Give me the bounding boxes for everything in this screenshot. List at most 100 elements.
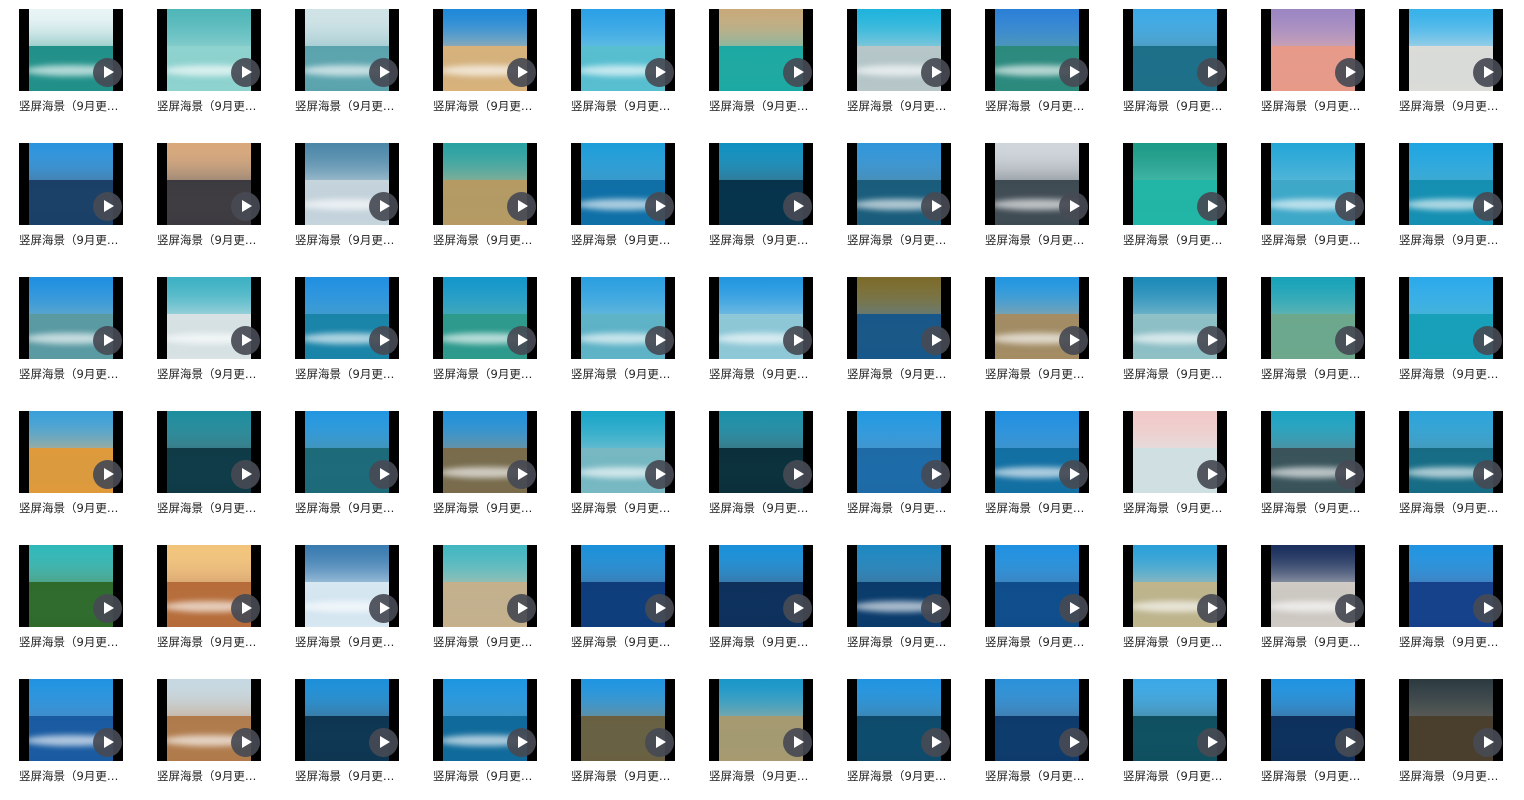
video-item[interactable]: 竖屏海景（9月更新） xyxy=(157,143,261,253)
video-title[interactable]: 竖屏海景（9月更新） xyxy=(19,635,123,649)
video-item[interactable]: 竖屏海景（9月更新） xyxy=(157,411,261,521)
play-icon[interactable] xyxy=(507,460,536,489)
play-icon[interactable] xyxy=(783,58,812,87)
video-thumbnail[interactable] xyxy=(19,411,123,493)
video-title[interactable]: 竖屏海景（9月更新） xyxy=(847,501,951,515)
play-icon[interactable] xyxy=(369,594,398,623)
play-icon[interactable] xyxy=(231,58,260,87)
video-thumbnail[interactable] xyxy=(847,545,951,627)
video-title[interactable]: 竖屏海景（9月更新） xyxy=(709,99,813,113)
video-title[interactable]: 竖屏海景（9月更新） xyxy=(985,635,1089,649)
play-icon[interactable] xyxy=(1335,58,1364,87)
video-item[interactable]: 竖屏海景（9月更新） xyxy=(1123,411,1227,521)
video-title[interactable]: 竖屏海景（9月更新） xyxy=(571,367,675,381)
video-thumbnail[interactable] xyxy=(1399,277,1503,359)
video-title[interactable]: 竖屏海景（9月更新） xyxy=(847,233,951,247)
video-item[interactable]: 竖屏海景（9月更新） xyxy=(1261,679,1365,789)
video-title[interactable]: 竖屏海景（9月更新） xyxy=(157,233,261,247)
video-title[interactable]: 竖屏海景（9月更新） xyxy=(295,233,399,247)
video-title[interactable]: 竖屏海景（9月更新） xyxy=(1123,501,1227,515)
video-thumbnail[interactable] xyxy=(19,9,123,91)
video-title[interactable]: 竖屏海景（9月更新） xyxy=(985,367,1089,381)
video-title[interactable]: 竖屏海景（9月更新） xyxy=(571,769,675,783)
play-icon[interactable] xyxy=(645,594,674,623)
video-thumbnail[interactable] xyxy=(985,411,1089,493)
play-icon[interactable] xyxy=(1335,460,1364,489)
play-icon[interactable] xyxy=(921,192,950,221)
video-item[interactable]: 竖屏海景（9月更新） xyxy=(19,277,123,387)
video-title[interactable]: 竖屏海景（9月更新） xyxy=(19,501,123,515)
video-item[interactable]: 竖屏海景（9月更新） xyxy=(709,143,813,253)
video-thumbnail[interactable] xyxy=(1123,143,1227,225)
video-item[interactable]: 竖屏海景（9月更新） xyxy=(295,679,399,789)
video-thumbnail[interactable] xyxy=(295,9,399,91)
video-thumbnail[interactable] xyxy=(19,679,123,761)
play-icon[interactable] xyxy=(93,326,122,355)
play-icon[interactable] xyxy=(369,460,398,489)
play-icon[interactable] xyxy=(921,460,950,489)
video-item[interactable]: 竖屏海景（9月更新） xyxy=(157,277,261,387)
play-icon[interactable] xyxy=(921,58,950,87)
video-title[interactable]: 竖屏海景（9月更新） xyxy=(571,99,675,113)
video-thumbnail[interactable] xyxy=(1123,679,1227,761)
video-thumbnail[interactable] xyxy=(295,277,399,359)
video-item[interactable]: 竖屏海景（9月更新） xyxy=(847,411,951,521)
play-icon[interactable] xyxy=(645,58,674,87)
video-thumbnail[interactable] xyxy=(1399,9,1503,91)
play-icon[interactable] xyxy=(1197,58,1226,87)
video-item[interactable]: 竖屏海景（9月更新） xyxy=(1261,411,1365,521)
play-icon[interactable] xyxy=(921,326,950,355)
video-title[interactable]: 竖屏海景（9月更新） xyxy=(19,233,123,247)
play-icon[interactable] xyxy=(507,326,536,355)
video-item[interactable]: 竖屏海景（9月更新） xyxy=(1123,277,1227,387)
video-title[interactable]: 竖屏海景（9月更新） xyxy=(709,769,813,783)
play-icon[interactable] xyxy=(369,192,398,221)
video-title[interactable]: 竖屏海景（9月更新） xyxy=(19,769,123,783)
video-title[interactable]: 竖屏海景（9月更新） xyxy=(1123,99,1227,113)
video-item[interactable]: 竖屏海景（9月更新） xyxy=(571,277,675,387)
video-title[interactable]: 竖屏海景（9月更新） xyxy=(571,233,675,247)
video-thumbnail[interactable] xyxy=(1399,143,1503,225)
play-icon[interactable] xyxy=(231,192,260,221)
play-icon[interactable] xyxy=(1059,728,1088,757)
play-icon[interactable] xyxy=(369,326,398,355)
video-item[interactable]: 竖屏海景（9月更新） xyxy=(847,277,951,387)
video-title[interactable]: 竖屏海景（9月更新） xyxy=(847,99,951,113)
video-thumbnail[interactable] xyxy=(295,679,399,761)
video-thumbnail[interactable] xyxy=(19,143,123,225)
video-title[interactable]: 竖屏海景（9月更新） xyxy=(847,769,951,783)
video-title[interactable]: 竖屏海景（9月更新） xyxy=(1123,769,1227,783)
video-item[interactable]: 竖屏海景（9月更新） xyxy=(1399,411,1503,521)
video-title[interactable]: 竖屏海景（9月更新） xyxy=(1123,635,1227,649)
video-title[interactable]: 竖屏海景（9月更新） xyxy=(1261,99,1365,113)
video-item[interactable]: 竖屏海景（9月更新） xyxy=(1123,679,1227,789)
video-thumbnail[interactable] xyxy=(847,411,951,493)
play-icon[interactable] xyxy=(1059,594,1088,623)
play-icon[interactable] xyxy=(507,58,536,87)
video-item[interactable]: 竖屏海景（9月更新） xyxy=(847,545,951,655)
video-item[interactable]: 竖屏海景（9月更新） xyxy=(709,679,813,789)
video-thumbnail[interactable] xyxy=(985,9,1089,91)
play-icon[interactable] xyxy=(1473,460,1502,489)
video-title[interactable]: 竖屏海景（9月更新） xyxy=(985,769,1089,783)
video-thumbnail[interactable] xyxy=(157,679,261,761)
video-title[interactable]: 竖屏海景（9月更新） xyxy=(1261,769,1365,783)
video-item[interactable]: 竖屏海景（9月更新） xyxy=(1261,9,1365,119)
video-thumbnail[interactable] xyxy=(19,277,123,359)
video-item[interactable]: 竖屏海景（9月更新） xyxy=(571,143,675,253)
video-title[interactable]: 竖屏海景（9月更新） xyxy=(295,99,399,113)
video-item[interactable]: 竖屏海景（9月更新） xyxy=(1399,277,1503,387)
video-item[interactable]: 竖屏海景（9月更新） xyxy=(295,277,399,387)
play-icon[interactable] xyxy=(645,326,674,355)
play-icon[interactable] xyxy=(231,728,260,757)
video-item[interactable]: 竖屏海景（9月更新） xyxy=(295,9,399,119)
video-thumbnail[interactable] xyxy=(847,143,951,225)
video-item[interactable]: 竖屏海景（9月更新） xyxy=(19,143,123,253)
play-icon[interactable] xyxy=(783,728,812,757)
video-title[interactable]: 竖屏海景（9月更新） xyxy=(1261,233,1365,247)
video-title[interactable]: 竖屏海景（9月更新） xyxy=(157,367,261,381)
video-title[interactable]: 竖屏海景（9月更新） xyxy=(1261,635,1365,649)
video-title[interactable]: 竖屏海景（9月更新） xyxy=(19,367,123,381)
video-thumbnail[interactable] xyxy=(433,277,537,359)
play-icon[interactable] xyxy=(1197,594,1226,623)
